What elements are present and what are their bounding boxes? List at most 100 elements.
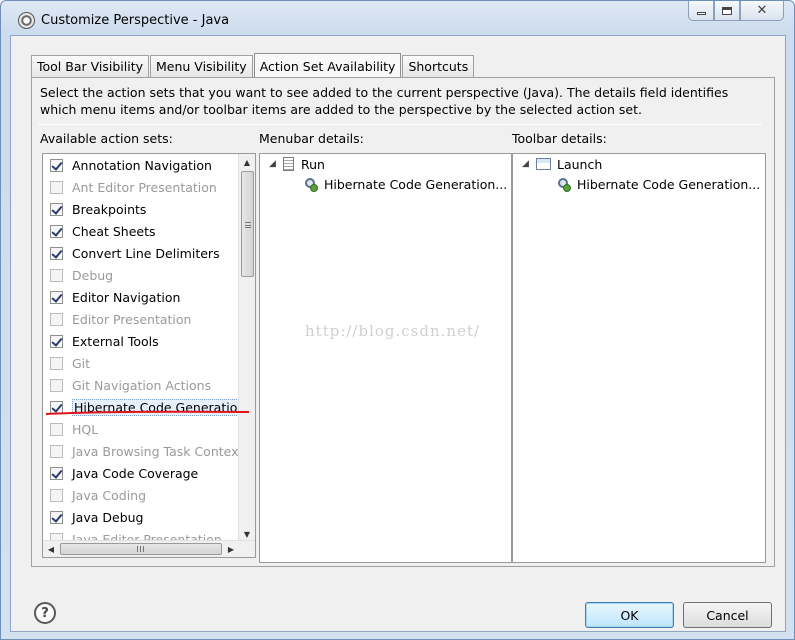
- panel-description: Select the action sets that you want to …: [40, 85, 729, 117]
- action-sets-list[interactable]: Annotation Navigation Ant Editor Presenta…: [42, 153, 256, 558]
- action-set-label: Java Debug: [72, 509, 144, 525]
- checkbox[interactable]: [50, 356, 63, 370]
- hibernate-run-icon: [556, 177, 571, 192]
- divider: [38, 124, 762, 125]
- close-button[interactable]: ✕: [740, 1, 784, 21]
- title-bar[interactable]: Customize Perspective - Java ✕: [1, 1, 794, 35]
- action-set-label: External Tools: [72, 333, 159, 349]
- tab-tool-bar-visibility[interactable]: Tool Bar Visibility: [31, 55, 149, 77]
- watermark-text: http://blog.csdn.net/: [305, 322, 481, 340]
- action-set-item[interactable]: Breakpoints: [50, 199, 146, 219]
- scroll-left-arrow-icon[interactable]: ◀: [43, 541, 59, 557]
- grip-icon: [245, 222, 251, 228]
- checkbox[interactable]: [50, 312, 63, 326]
- help-button[interactable]: ?: [34, 602, 56, 624]
- action-set-item[interactable]: Editor Presentation: [50, 309, 191, 329]
- action-set-label: Cheat Sheets: [72, 223, 156, 239]
- action-set-label: HQL: [72, 421, 99, 437]
- menubar-details-label: Menubar details:: [259, 131, 364, 146]
- action-set-label: Editor Navigation: [72, 289, 181, 305]
- action-set-label: Java Code Coverage: [72, 465, 199, 481]
- checkbox[interactable]: [50, 334, 63, 348]
- tree-node-label: Hibernate Code Generation...: [577, 176, 761, 192]
- tree-node-run[interactable]: ◢ Run: [269, 154, 325, 174]
- checkbox[interactable]: [50, 246, 63, 260]
- action-set-label: Git: [72, 355, 91, 371]
- action-set-item[interactable]: Ant Editor Presentation: [50, 177, 217, 197]
- minimize-button[interactable]: [688, 1, 714, 21]
- ok-button[interactable]: OK: [585, 602, 674, 628]
- action-set-item[interactable]: Java Code Coverage: [50, 463, 198, 483]
- action-set-item[interactable]: Git: [50, 353, 90, 373]
- action-set-item[interactable]: Convert Line Delimiters: [50, 243, 220, 263]
- tree-node-label: Hibernate Code Generation...: [324, 176, 508, 192]
- checkbox[interactable]: [50, 422, 63, 436]
- dialog-window: Customize Perspective - Java ✕ Tool Bar …: [0, 0, 795, 640]
- action-set-item[interactable]: Hibernate Code Generation: [50, 397, 248, 417]
- action-set-label: Hibernate Code Generation: [72, 398, 248, 416]
- checkbox[interactable]: [50, 378, 63, 392]
- scroll-right-arrow-icon[interactable]: ▶: [223, 541, 239, 557]
- checkbox[interactable]: [50, 488, 63, 502]
- tab-menu-visibility[interactable]: Menu Visibility: [150, 55, 253, 77]
- checkbox[interactable]: [50, 290, 63, 304]
- checkbox[interactable]: [50, 466, 63, 480]
- available-action-sets-label: Available action sets:: [40, 131, 173, 146]
- eclipse-app-icon: [18, 12, 35, 29]
- checkbox[interactable]: [50, 180, 63, 194]
- toolbar-icon: [536, 158, 551, 170]
- tab-bar: Tool Bar Visibility Menu Visibility Acti…: [31, 53, 475, 78]
- horizontal-scroll-thumb[interactable]: [60, 543, 222, 555]
- action-set-label: Convert Line Delimiters: [72, 245, 220, 261]
- toolbar-details-label: Toolbar details:: [512, 131, 607, 146]
- action-set-item[interactable]: Editor Navigation: [50, 287, 180, 307]
- horizontal-scrollbar[interactable]: ◀ ▶: [43, 540, 255, 557]
- action-set-item[interactable]: Annotation Navigation: [50, 155, 212, 175]
- menubar-details-tree[interactable]: ◢ Run Hibernate Code Generation...: [259, 153, 512, 563]
- action-set-label: Breakpoints: [72, 201, 147, 217]
- cancel-button[interactable]: Cancel: [683, 602, 772, 628]
- expand-triangle-icon[interactable]: ◢: [522, 159, 536, 169]
- tree-node-label: Launch: [557, 156, 603, 172]
- action-set-label: Java Browsing Task Context: [72, 443, 244, 459]
- action-set-label: Java Coding: [72, 487, 147, 503]
- checkbox[interactable]: [50, 202, 63, 216]
- action-set-item[interactable]: Git Navigation Actions: [50, 375, 211, 395]
- action-set-item[interactable]: HQL: [50, 419, 98, 439]
- minimize-icon: [696, 12, 706, 15]
- action-set-item[interactable]: Java Debug: [50, 507, 143, 527]
- action-set-label: Annotation Navigation: [72, 157, 212, 173]
- action-set-item[interactable]: External Tools: [50, 331, 159, 351]
- caption-buttons: ✕: [688, 1, 784, 23]
- checkbox[interactable]: [50, 268, 63, 282]
- maximize-icon: [722, 6, 732, 15]
- tab-shortcuts[interactable]: Shortcuts: [402, 55, 475, 77]
- action-set-item[interactable]: Debug: [50, 265, 113, 285]
- tree-node-label: Run: [301, 156, 325, 172]
- action-set-label: Git Navigation Actions: [72, 377, 212, 393]
- window-title: Customize Perspective - Java: [41, 13, 230, 28]
- vertical-scrollbar[interactable]: ▲ ▼: [238, 154, 255, 542]
- menu-icon: [283, 157, 294, 171]
- checkbox[interactable]: [50, 510, 63, 524]
- grip-icon: [137, 546, 144, 552]
- scroll-up-arrow-icon[interactable]: ▲: [239, 154, 255, 170]
- tab-action-set-availability[interactable]: Action Set Availability: [253, 53, 402, 78]
- action-set-item[interactable]: Java Coding: [50, 485, 146, 505]
- toolbar-details-tree[interactable]: ◢ Launch Hibernate Code Generation...: [512, 153, 766, 563]
- action-set-label: Debug: [72, 267, 114, 283]
- maximize-button[interactable]: [714, 1, 740, 21]
- vertical-scroll-thumb[interactable]: [241, 171, 254, 277]
- tree-node-hibernate-code-generation[interactable]: Hibernate Code Generation...: [303, 174, 507, 194]
- expand-triangle-icon[interactable]: ◢: [269, 159, 283, 169]
- tree-node-launch[interactable]: ◢ Launch: [522, 154, 602, 174]
- tree-node-hibernate-code-generation[interactable]: Hibernate Code Generation...: [556, 174, 760, 194]
- action-set-item[interactable]: Java Browsing Task Context: [50, 441, 243, 461]
- checkbox[interactable]: [50, 400, 63, 414]
- checkbox[interactable]: [50, 224, 63, 238]
- checkbox[interactable]: [50, 444, 63, 458]
- action-set-item[interactable]: Cheat Sheets: [50, 221, 156, 241]
- checkbox[interactable]: [50, 158, 63, 172]
- close-icon: ✕: [756, 3, 768, 18]
- action-set-label: Ant Editor Presentation: [72, 179, 217, 195]
